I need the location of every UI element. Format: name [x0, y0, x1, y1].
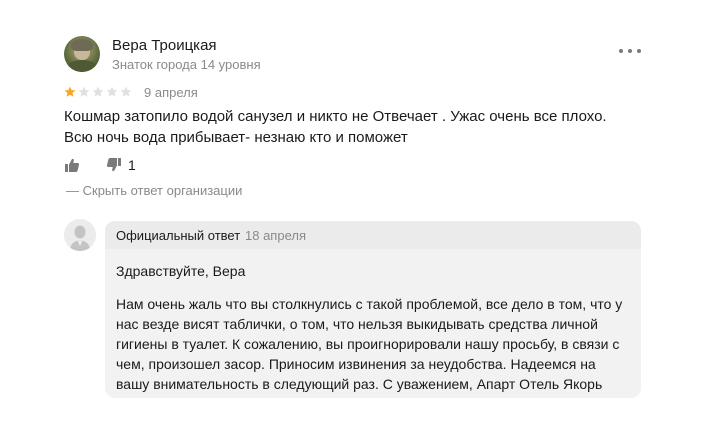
more-dots-icon [619, 49, 623, 53]
official-reply: Официальный ответ 18 апреля Здравствуйте… [105, 221, 641, 398]
star-icon [92, 86, 104, 97]
star-icon [106, 86, 118, 97]
more-options-button[interactable] [619, 44, 641, 58]
star-icon [78, 86, 90, 97]
organization-avatar-icon [64, 219, 96, 251]
reply-body: Нам очень жаль что вы столкнулись с тако… [116, 296, 623, 392]
dislike-count: 1 [128, 157, 136, 173]
hide-org-reply-link[interactable]: — Скрыть ответ организации [66, 183, 242, 198]
review-date: 9 апреля [144, 85, 198, 100]
reply-label: Официальный ответ [116, 228, 241, 243]
rating-stars [64, 86, 132, 98]
star-icon [64, 86, 76, 97]
reply-header: Официальный ответ 18 апреля [105, 221, 641, 249]
reply-greeting: Здравствуйте, Вера [116, 263, 246, 279]
author-avatar[interactable] [64, 36, 100, 72]
reply-date: 18 апреля [245, 228, 306, 243]
star-icon [120, 86, 132, 97]
dislike-button[interactable]: 1 [106, 157, 136, 173]
review-card: Вера Троицкая Знаток города 14 уровня 9 … [0, 0, 702, 421]
author-level: Знаток города 14 уровня [112, 57, 261, 72]
like-button[interactable] [64, 157, 80, 173]
review-text: Кошмар затопило водой санузел и никто не… [64, 108, 607, 146]
thumbs-down-icon [106, 158, 121, 172]
author-name[interactable]: Вера Троицкая [112, 37, 217, 54]
thumbs-up-icon [65, 158, 80, 172]
